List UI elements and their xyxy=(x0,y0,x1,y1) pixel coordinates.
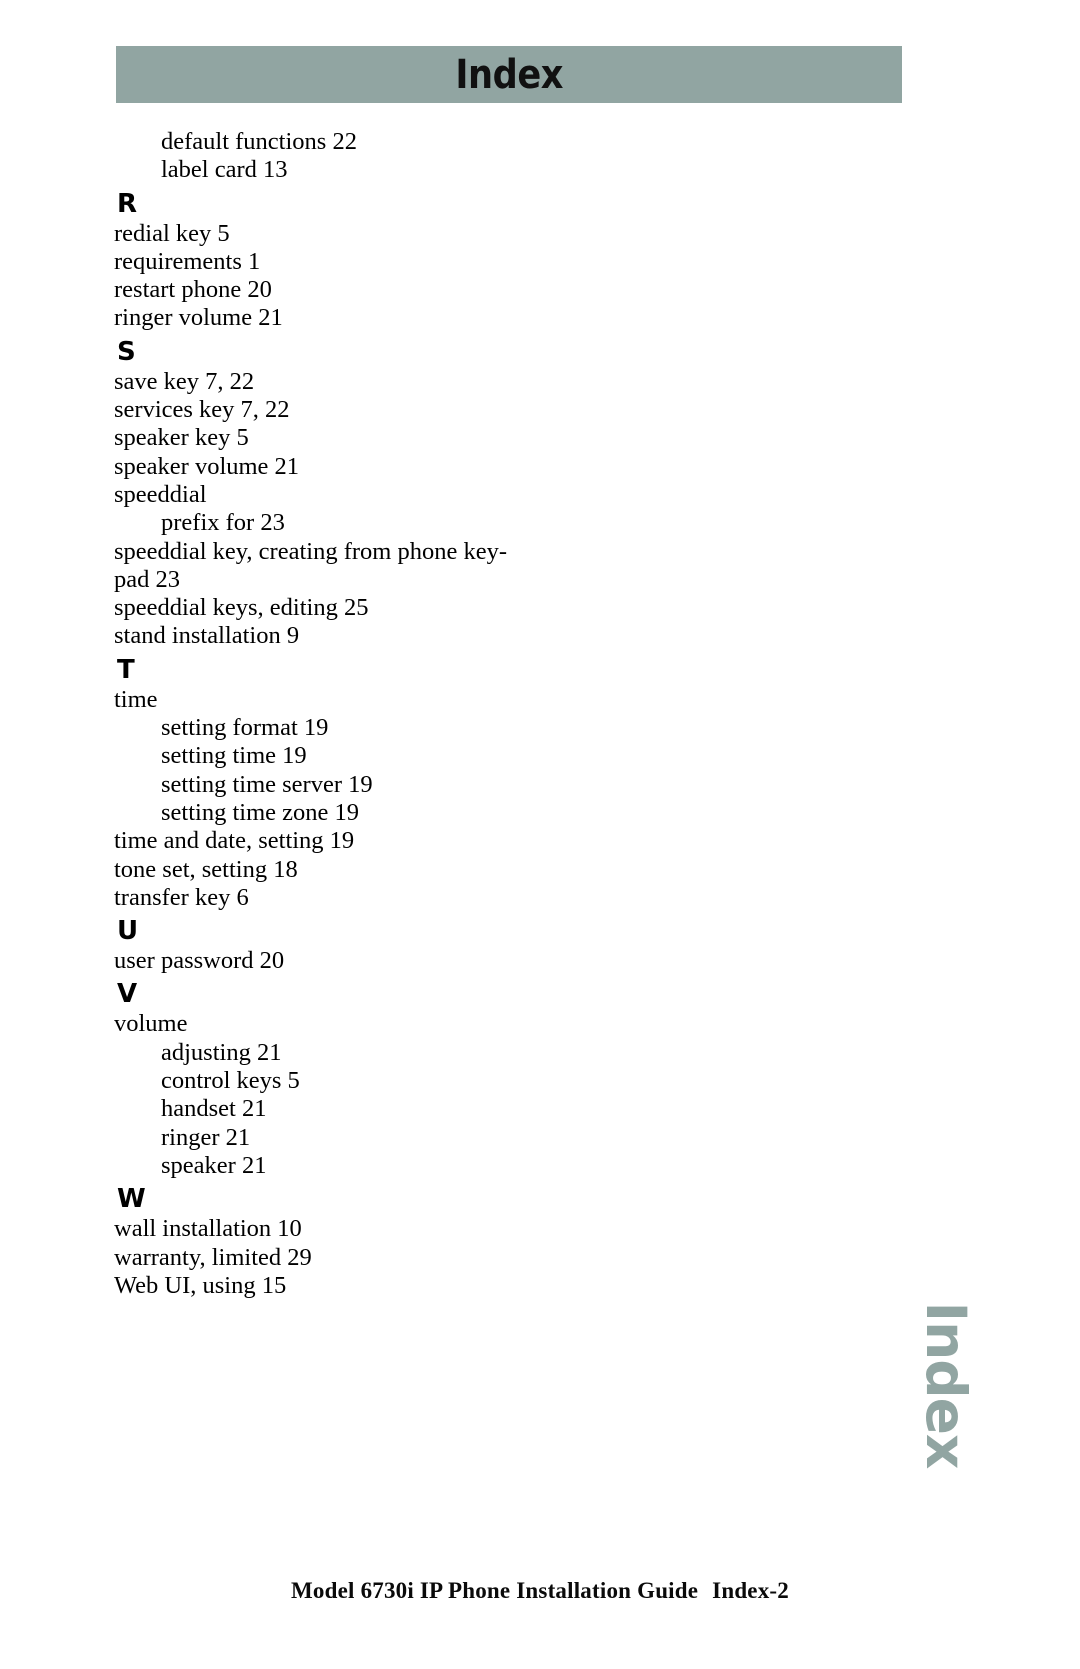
index-subentry: setting time zone 19 xyxy=(161,798,359,826)
index-subentry: setting time 19 xyxy=(161,742,307,770)
index-entry: speeddial key, creating from phone key- xyxy=(114,537,507,565)
index-subentry: setting format 19 xyxy=(161,714,329,742)
index-letter-heading: R xyxy=(117,188,138,219)
page-title: Index xyxy=(455,51,563,98)
index-letter-heading: S xyxy=(117,336,136,367)
index-entry: pad 23 xyxy=(114,565,180,593)
index-subentry: label card 13 xyxy=(161,156,288,184)
footer-page-number: Index-2 xyxy=(712,1578,789,1603)
index-entry: redial key 5 xyxy=(114,219,230,247)
index-entry: services key 7, 22 xyxy=(114,396,290,424)
index-entry: transfer key 6 xyxy=(114,883,249,911)
page-header-banner: Index xyxy=(116,46,902,103)
index-entry: stand installation 9 xyxy=(114,622,300,650)
index-entry: save key 7, 22 xyxy=(114,367,255,395)
index-entry: time and date, setting 19 xyxy=(114,827,355,855)
index-entry: requirements 1 xyxy=(114,247,261,275)
index-letter-heading: V xyxy=(117,979,138,1010)
index-entry: speeddial xyxy=(114,480,207,508)
index-entry-list: default functions 22 label card 13 Rredial… xyxy=(114,128,534,1300)
index-subentry: speaker 21 xyxy=(161,1151,267,1179)
index-entry: speaker volume 21 xyxy=(114,452,300,480)
index-entry: speaker key 5 xyxy=(114,424,249,452)
index-entry: wall installation 10 xyxy=(114,1215,302,1243)
index-letter-heading: W xyxy=(117,1184,146,1215)
index-subentry: default functions 22 xyxy=(161,128,357,155)
index-subentry: ringer 21 xyxy=(161,1123,251,1151)
index-entry: restart phone 20 xyxy=(114,276,272,304)
index-subentry: adjusting 21 xyxy=(161,1038,282,1066)
index-entry: volume xyxy=(114,1010,188,1038)
index-entry: time xyxy=(114,685,158,713)
index-page: Index default functions 22 label card 13 R… xyxy=(0,0,1080,1669)
page-footer: Model 6730i IP Phone Installation Guide … xyxy=(0,1578,1080,1604)
index-letter-heading: T xyxy=(117,654,135,685)
side-tab-label: Index xyxy=(914,1301,978,1469)
side-tab: Index xyxy=(886,1270,1006,1500)
index-entry: tone set, setting 18 xyxy=(114,855,298,883)
index-subentry: control keys 5 xyxy=(161,1067,300,1095)
index-subentry: setting time server 19 xyxy=(161,770,373,798)
index-entry: Web UI, using 15 xyxy=(114,1271,287,1299)
footer-guide-title: Model 6730i IP Phone Installation Guide xyxy=(291,1578,699,1603)
index-subentry: handset 21 xyxy=(161,1095,267,1123)
index-entry: ringer volume 21 xyxy=(114,304,283,332)
index-entry: speeddial keys, editing 25 xyxy=(114,594,369,622)
index-entry: user password 20 xyxy=(114,947,285,975)
index-subentry: prefix for 23 xyxy=(161,509,285,537)
index-letter-heading: U xyxy=(117,916,139,947)
index-entry: warranty, limited 29 xyxy=(114,1243,312,1271)
